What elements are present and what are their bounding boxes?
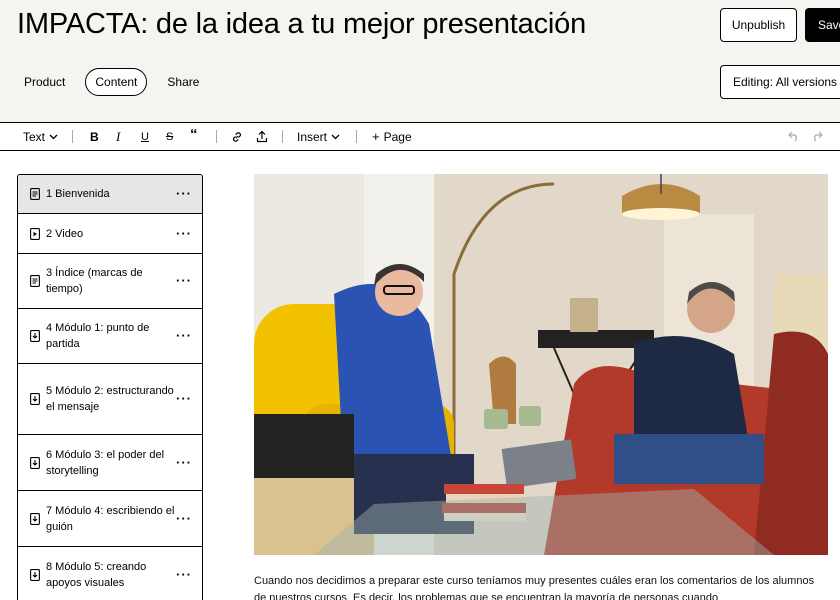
toolbar-divider <box>72 130 73 143</box>
more-options-icon[interactable]: ··· <box>176 328 192 344</box>
download-icon <box>30 568 40 581</box>
upload-icon[interactable] <box>256 130 268 143</box>
insert-dropdown[interactable]: Insert <box>297 123 340 150</box>
page-item-modulo-5[interactable]: 8 Módulo 5: creando apoyos visuales ··· <box>18 547 202 600</box>
toolbar-divider <box>356 130 357 143</box>
toolbar-divider <box>216 130 217 143</box>
tab-product[interactable]: Product <box>14 68 75 96</box>
quote-icon[interactable]: “ <box>190 126 198 143</box>
save-button[interactable]: Save <box>805 8 840 42</box>
download-icon <box>30 393 40 405</box>
document-icon <box>30 275 40 287</box>
content-photo[interactable] <box>254 174 828 555</box>
bold-icon[interactable]: B <box>90 130 99 144</box>
download-icon <box>30 512 40 525</box>
more-options-icon[interactable]: ··· <box>176 391 192 407</box>
text-style-label: Text <box>23 129 46 144</box>
photo-illustration <box>254 174 828 555</box>
redo-icon[interactable] <box>811 131 823 142</box>
italic-icon[interactable]: I <box>116 129 120 145</box>
chevron-down-icon <box>331 134 340 139</box>
download-icon <box>30 456 40 469</box>
product-tabs: Product Content Share <box>14 68 209 96</box>
video-icon <box>30 227 40 240</box>
more-options-icon[interactable]: ··· <box>176 511 192 527</box>
unpublish-button[interactable]: Unpublish <box>720 8 797 42</box>
page-list: 1 Bienvenida ··· 2 Video ··· 3 Índice (m… <box>17 174 203 600</box>
page-item-modulo-1[interactable]: 4 Módulo 1: punto de partida ··· <box>18 309 202 364</box>
page-item-modulo-4[interactable]: 7 Módulo 4: escribiendo el guión ··· <box>18 491 202 547</box>
toolbar-divider <box>282 130 283 143</box>
document-icon <box>30 188 40 200</box>
more-options-icon[interactable]: ··· <box>176 455 192 471</box>
more-options-icon[interactable]: ··· <box>176 273 192 289</box>
page-item-bienvenida[interactable]: 1 Bienvenida ··· <box>18 175 202 214</box>
page-item-modulo-2[interactable]: 5 Módulo 2: estructurando el mensaje ··· <box>18 364 202 435</box>
plus-icon: + <box>372 129 380 144</box>
underline-icon[interactable]: U <box>141 131 149 143</box>
page-item-label: 2 Video <box>46 227 84 240</box>
page-item-modulo-3[interactable]: 6 Módulo 3: el poder del storytelling ··… <box>18 435 202 491</box>
page-item-label: 4 Módulo 1: punto de partida <box>46 322 150 350</box>
page-title: IMPACTA: de la idea a tu mejor presentac… <box>17 8 586 40</box>
page-item-label: 5 Módulo 2: estructurando el mensaje <box>46 385 174 413</box>
link-icon[interactable] <box>231 131 243 143</box>
page-item-label: 8 Módulo 5: creando apoyos visuales <box>46 560 147 589</box>
text-style-dropdown[interactable]: Text <box>23 123 58 150</box>
add-page-button[interactable]: + Page <box>372 123 412 150</box>
chevron-down-icon <box>49 134 58 139</box>
tab-share[interactable]: Share <box>157 68 209 96</box>
undo-icon[interactable] <box>788 131 800 142</box>
content-paragraph[interactable]: Cuando nos decidimos a preparar este cur… <box>254 573 829 600</box>
page-item-label: 7 Módulo 4: escribiendo el guión <box>46 504 175 533</box>
download-icon <box>30 330 40 342</box>
more-options-icon[interactable]: ··· <box>176 567 192 583</box>
page-item-video[interactable]: 2 Video ··· <box>18 214 202 254</box>
header: IMPACTA: de la idea a tu mejor presentac… <box>0 0 840 122</box>
page-item-label: 6 Módulo 3: el poder del storytelling <box>46 448 165 477</box>
tab-content[interactable]: Content <box>85 68 148 96</box>
add-page-label: Page <box>383 129 412 144</box>
insert-label: Insert <box>297 129 328 144</box>
page-item-label: 1 Bienvenida <box>46 188 110 200</box>
strikethrough-icon[interactable]: S <box>166 131 173 143</box>
more-options-icon[interactable]: ··· <box>176 226 192 242</box>
page-item-label: 3 Índice (marcas de tiempo) <box>46 267 143 295</box>
editing-versions-dropdown[interactable]: Editing: All versions <box>720 65 840 99</box>
more-options-icon[interactable]: ··· <box>176 186 192 202</box>
editor-toolbar: Text B I U S “ Insert + Page <box>0 122 840 151</box>
page-item-indice[interactable]: 3 Índice (marcas de tiempo) ··· <box>18 254 202 309</box>
